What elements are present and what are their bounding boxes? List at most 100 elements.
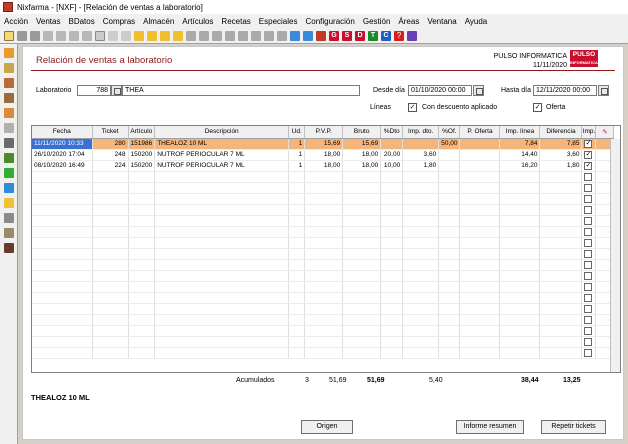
folder-icon[interactable]	[4, 30, 14, 41]
stop-icon[interactable]	[264, 30, 274, 41]
user-icon[interactable]	[3, 78, 14, 88]
find-icon[interactable]	[108, 30, 118, 41]
col-descripcion[interactable]: Descripción	[154, 126, 290, 139]
col-pvp[interactable]: P.V.P.	[304, 126, 344, 139]
tools-icon[interactable]	[238, 30, 248, 41]
row-checkbox[interactable]	[584, 205, 593, 214]
light-icon[interactable]	[225, 30, 235, 41]
last-record-icon[interactable]	[173, 30, 183, 41]
col-articulo[interactable]: Artículo	[128, 126, 156, 139]
row-checkbox[interactable]	[584, 216, 593, 225]
desde-field[interactable]: 01/10/2020 00:00	[408, 85, 472, 96]
paste-icon[interactable]	[56, 30, 66, 41]
menu-especiales[interactable]: Especiales	[259, 17, 298, 26]
g-icon[interactable]: G	[329, 30, 339, 41]
report-icon[interactable]	[3, 153, 14, 163]
network-icon[interactable]	[290, 30, 300, 41]
save-icon[interactable]	[95, 30, 105, 41]
menu-bdatos[interactable]: BDatos	[68, 17, 94, 26]
web-icon[interactable]	[303, 30, 313, 41]
col-dto[interactable]: %Dto	[380, 126, 404, 139]
row-checkbox[interactable]	[584, 249, 593, 258]
oferta-checkbox[interactable]: ✓	[533, 103, 542, 112]
col-p-oferta[interactable]: P. Oferta	[459, 126, 501, 139]
copy-icon[interactable]	[43, 30, 53, 41]
prev-record-icon[interactable]	[147, 30, 157, 41]
vertical-scrollbar[interactable]	[610, 139, 620, 372]
col-imp-dto[interactable]: Imp. dto.	[402, 126, 440, 139]
exit-icon[interactable]	[407, 30, 417, 41]
col-diferencia[interactable]: Diferencia	[539, 126, 583, 139]
zoom-icon[interactable]	[212, 30, 222, 41]
row-checkbox[interactable]	[584, 172, 593, 181]
row-checkbox[interactable]: ✓	[584, 139, 593, 148]
laboratorio-name-field[interactable]: THEA	[122, 85, 360, 96]
row-checkbox[interactable]	[584, 326, 593, 335]
table-row[interactable]: 11/11/2020 10:33 280 151986 THEALOZ 10 M…	[32, 138, 615, 150]
laboratorio-code-field[interactable]: 788	[77, 85, 111, 96]
informe-resumen-button[interactable]: Informe resumen	[456, 420, 524, 434]
row-checkbox[interactable]	[584, 293, 593, 302]
row-checkbox[interactable]	[584, 260, 593, 269]
hasta-calendar-icon[interactable]	[598, 85, 609, 96]
coins-icon[interactable]	[3, 63, 14, 73]
calendar-icon[interactable]	[277, 30, 287, 41]
d-icon[interactable]: D	[355, 30, 365, 41]
sales-icon[interactable]	[3, 48, 14, 58]
table-row[interactable]: 26/10/2020 17:04 248 150200 NUTROF PERIO…	[32, 149, 615, 161]
s-icon[interactable]: S	[342, 30, 352, 41]
export-icon[interactable]	[251, 30, 261, 41]
menu-compras[interactable]: Compras	[103, 17, 135, 26]
menu-ayuda[interactable]: Ayuda	[465, 17, 488, 26]
cross-icon[interactable]	[3, 168, 14, 178]
menu-almacen[interactable]: Almacén	[143, 17, 174, 26]
t-icon[interactable]: T	[368, 30, 378, 41]
col-imp[interactable]: Imp.	[581, 126, 597, 139]
warning-icon[interactable]	[3, 198, 14, 208]
row-checkbox[interactable]	[584, 315, 593, 324]
laboratorio-lookup-icon[interactable]	[111, 85, 122, 96]
group-icon[interactable]	[3, 228, 14, 238]
menu-recetas[interactable]: Recetas	[221, 17, 250, 26]
print-icon[interactable]	[30, 30, 40, 41]
col-fecha[interactable]: Fecha	[32, 126, 93, 139]
help-icon[interactable]: ?	[394, 30, 404, 41]
col-imp-linea[interactable]: Imp. línea	[499, 126, 541, 139]
pencil-icon[interactable]	[3, 123, 14, 133]
menu-configuracion[interactable]: Configuración	[305, 17, 354, 26]
repetir-tickets-button[interactable]: Repetir tickets	[541, 420, 606, 434]
next-record-icon[interactable]	[160, 30, 170, 41]
first-record-icon[interactable]	[134, 30, 144, 41]
boxes-icon[interactable]	[3, 108, 14, 118]
new-doc-icon[interactable]	[17, 30, 27, 41]
cart-icon[interactable]	[3, 93, 14, 103]
row-checkbox[interactable]	[584, 348, 593, 357]
row-checkbox[interactable]: ✓	[584, 150, 593, 159]
undo-icon[interactable]	[82, 30, 92, 41]
descuento-checkbox[interactable]: ✓	[408, 103, 417, 112]
menu-areas[interactable]: Áreas	[398, 17, 419, 26]
refresh-icon[interactable]	[3, 183, 14, 193]
menu-ventas[interactable]: Ventas	[36, 17, 60, 26]
menu-gestion[interactable]: Gestión	[363, 17, 391, 26]
menu-ventana[interactable]: Ventana	[427, 17, 456, 26]
people-icon[interactable]	[3, 213, 14, 223]
preview-icon[interactable]	[199, 30, 209, 41]
row-checkbox[interactable]	[584, 271, 593, 280]
row-checkbox[interactable]	[584, 183, 593, 192]
barcode-icon[interactable]	[3, 243, 14, 253]
col-of[interactable]: %Of.	[438, 126, 461, 139]
menu-accion[interactable]: Acción	[4, 17, 28, 26]
row-checkbox[interactable]	[584, 194, 593, 203]
column-settings-icon[interactable]: ✎	[595, 126, 615, 139]
col-bruto[interactable]: Bruto	[342, 126, 382, 139]
row-checkbox[interactable]	[584, 337, 593, 346]
origen-button[interactable]: Origen	[301, 420, 353, 434]
table-row[interactable]: 08/10/2020 16:49 224 150200 NUTROF PERIO…	[32, 160, 615, 172]
row-checkbox[interactable]	[584, 227, 593, 236]
desde-calendar-icon[interactable]	[473, 85, 484, 96]
row-checkbox[interactable]: ✓	[584, 161, 593, 170]
star-icon[interactable]	[121, 30, 131, 41]
row-checkbox[interactable]	[584, 238, 593, 247]
row-checkbox[interactable]	[584, 304, 593, 313]
